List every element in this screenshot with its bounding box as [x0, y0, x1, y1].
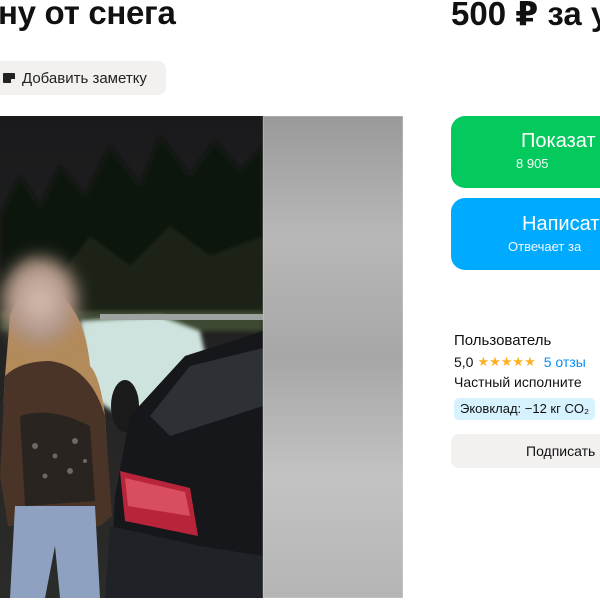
- write-message-label: Написат: [522, 213, 600, 235]
- reviews-link[interactable]: 5 отзы: [544, 354, 586, 370]
- response-time-note: Отвечает за: [508, 239, 582, 254]
- add-note-label: Добавить заметку: [22, 69, 147, 87]
- subscribe-button[interactable]: Подписать: [451, 434, 600, 468]
- add-note-button[interactable]: Добавить заметку: [0, 61, 166, 95]
- eco-contribution-badge[interactable]: Эковклад: −12 кг CO₂: [454, 398, 596, 420]
- rating-value: 5,0: [454, 354, 474, 370]
- write-message-button[interactable]: Написат Отвечает за: [451, 198, 600, 270]
- show-phone-button[interactable]: Показат 8 905: [451, 116, 600, 188]
- note-tag-icon: [2, 72, 16, 84]
- phone-partial: 8 905: [516, 156, 549, 171]
- listing-photo[interactable]: [0, 116, 403, 598]
- listing-photo-main: [0, 116, 263, 598]
- show-phone-label: Показат: [521, 130, 596, 152]
- seller-type: Частный исполните: [454, 374, 582, 390]
- seller-rating: 5,0 ★★★★★ 5 отзы: [454, 354, 586, 370]
- listing-title: ну от снега: [0, 0, 176, 31]
- rating-stars-icon: ★★★★★: [477, 354, 536, 369]
- listing-photo-next-preview[interactable]: [263, 116, 403, 598]
- photo-scene-image: [0, 116, 263, 598]
- listing-price: 500 ₽ за у: [451, 0, 600, 32]
- listing-page: ну от снега 500 ₽ за у Добавить заметку: [0, 0, 600, 600]
- seller-name[interactable]: Пользователь: [454, 332, 551, 349]
